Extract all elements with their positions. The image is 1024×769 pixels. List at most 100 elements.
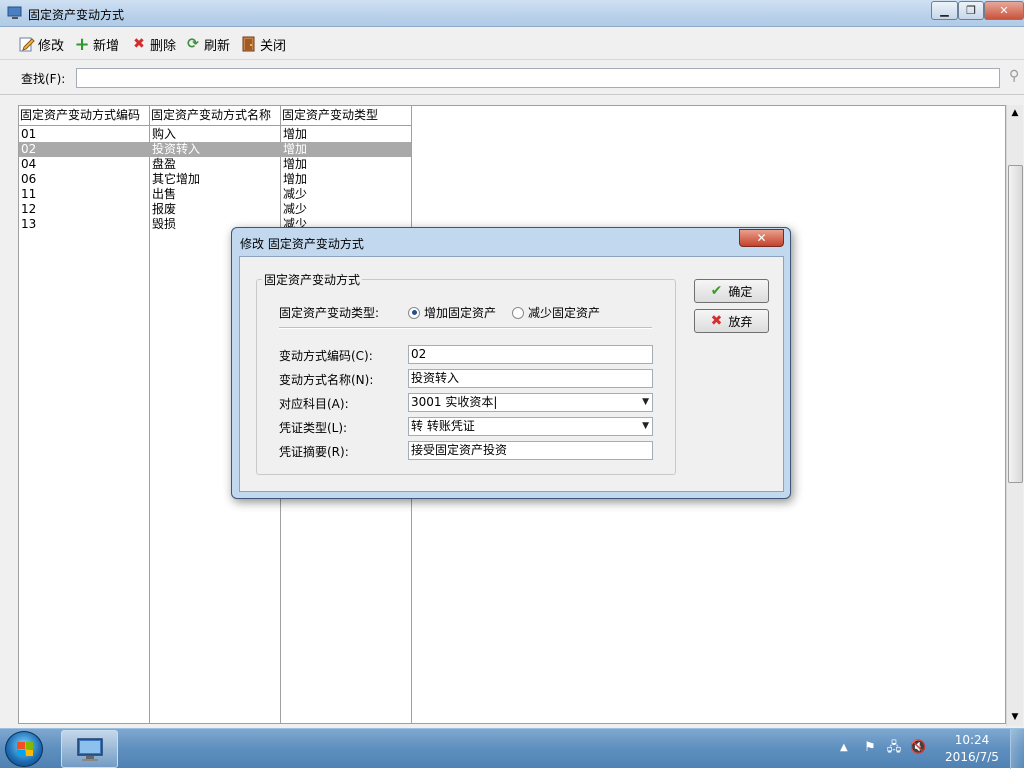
add-label: 新增 <box>93 38 120 54</box>
cell-type: 增加 <box>283 172 308 186</box>
maximize-button[interactable]: ❐ <box>958 1 984 20</box>
account-label: 对应科目(A): <box>279 397 349 411</box>
refresh-button[interactable]: ⟳ 刷新 <box>185 34 230 54</box>
search-label: 查找(F): <box>21 72 66 86</box>
name-label: 变动方式名称(N): <box>279 373 374 387</box>
start-button[interactable] <box>5 731 43 767</box>
refresh-icon: ⟳ <box>187 36 199 52</box>
monitor-icon <box>7 6 23 20</box>
cell-code: 02 <box>21 142 37 156</box>
separator <box>279 327 652 329</box>
cell-code: 04 <box>21 157 37 171</box>
cell-code: 06 <box>21 172 37 186</box>
clock-date[interactable]: 2016/7/5 <box>942 750 1002 764</box>
cell-name: 其它增加 <box>152 172 201 186</box>
cell-type: 减少 <box>283 202 308 216</box>
search-bar: 查找(F): ⚲ <box>0 61 1024 95</box>
dropdown-arrow-icon[interactable]: ▼ <box>642 418 649 435</box>
cell-code: 01 <box>21 127 37 141</box>
taskbar: ▲ ⚑ 🖧 🔇 10:24 2016/7/5 <box>0 728 1024 769</box>
minimize-button[interactable]: ▁ <box>931 1 958 20</box>
delete-label: 删除 <box>150 38 177 54</box>
add-button[interactable]: + 新增 <box>74 33 120 55</box>
table-row-selected[interactable]: 02 投资转入 增加 <box>19 142 411 157</box>
ok-label: 确定 <box>728 284 753 299</box>
cell-name: 盘盈 <box>152 157 177 171</box>
close-button[interactable]: 关闭 <box>241 34 286 54</box>
header-type[interactable]: 固定资产变动类型 <box>281 106 411 126</box>
radio-unselected-icon <box>512 306 524 319</box>
dropdown-arrow-icon[interactable]: ▼ <box>642 394 649 411</box>
volume-muted-icon[interactable]: 🔇 <box>910 741 926 755</box>
cell-name: 出售 <box>152 187 177 201</box>
cancel-label: 放弃 <box>728 314 753 329</box>
flag-alert-icon[interactable]: ⚑ <box>862 741 878 755</box>
ok-button[interactable]: ✔ 确定 <box>694 279 769 303</box>
table-row[interactable]: 04 盘盈 增加 <box>19 157 411 172</box>
radio-increase-label: 增加固定资产 <box>424 306 497 320</box>
cancel-x-icon: ✖ <box>710 313 723 329</box>
edit-button[interactable]: 修改 <box>19 34 64 54</box>
account-value: 3001 实收资本| <box>411 395 498 409</box>
plus-icon: + <box>74 33 90 55</box>
radio-selected-icon <box>408 306 420 319</box>
windows-logo-icon <box>17 742 33 756</box>
scroll-thumb[interactable] <box>1008 165 1023 483</box>
radio-decrease-label: 减少固定资产 <box>528 306 601 320</box>
toolbar: 修改 + 新增 ✖ 删除 ⟳ 刷新 关闭 <box>0 28 1024 60</box>
checkmark-icon: ✔ <box>710 283 723 299</box>
cell-code: 12 <box>21 202 37 216</box>
name-field[interactable]: 投资转入 <box>408 369 653 388</box>
change-method-groupbox: 固定资产变动方式 固定资产变动类型: 增加固定资产 减少固定资产 变动方式编码(… <box>256 271 676 475</box>
table-row[interactable]: 06 其它增加 增加 <box>19 172 411 187</box>
change-type-label: 固定资产变动类型: <box>279 306 380 320</box>
code-field[interactable]: 02 <box>408 345 653 364</box>
cell-type: 增加 <box>283 127 308 141</box>
edit-icon <box>19 36 35 52</box>
clock-time[interactable]: 10:24 <box>942 733 1002 747</box>
cell-code: 13 <box>21 217 37 231</box>
scroll-down-arrow-icon[interactable]: ▼ <box>1007 709 1023 726</box>
edit-dialog: 修改 固定资产变动方式 ✕ 固定资产变动方式 固定资产变动类型: 增加固定资产 … <box>231 227 791 499</box>
groupbox-title: 固定资产变动方式 <box>262 271 363 288</box>
voucher-type-value: 转 转账凭证 <box>411 419 475 433</box>
door-icon <box>241 36 257 52</box>
cell-type: 增加 <box>283 142 308 156</box>
tray-expand-icon[interactable]: ▲ <box>840 742 848 753</box>
account-select[interactable]: 3001 实收资本| ▼ <box>408 393 653 412</box>
cell-name: 投资转入 <box>152 142 201 156</box>
show-desktop-button[interactable] <box>1010 729 1024 769</box>
filter-icon[interactable]: ⚲ <box>1009 68 1019 84</box>
header-name[interactable]: 固定资产变动方式名称 <box>150 106 280 126</box>
voucher-type-select[interactable]: 转 转账凭证 ▼ <box>408 417 653 436</box>
cell-type: 减少 <box>283 187 308 201</box>
dialog-title: 修改 固定资产变动方式 <box>240 237 364 251</box>
dialog-close-button[interactable]: ✕ <box>739 229 784 247</box>
cell-name: 报废 <box>152 202 177 216</box>
cell-name: 购入 <box>152 127 177 141</box>
title-bar: 固定资产变动方式 ▁ ❐ ✕ <box>0 0 1024 27</box>
close-window-button[interactable]: ✕ <box>984 1 1024 20</box>
refresh-label: 刷新 <box>204 38 231 54</box>
monitor-icon <box>77 738 103 761</box>
voucher-type-label: 凭证类型(L): <box>279 421 348 435</box>
search-input[interactable] <box>76 68 1000 88</box>
table-row[interactable]: 12 报废 减少 <box>19 202 411 217</box>
cell-name: 毁损 <box>152 217 177 231</box>
summary-field[interactable]: 接受固定资产投资 <box>408 441 653 460</box>
vertical-scrollbar[interactable]: ▲ ▼ <box>1006 105 1023 726</box>
code-label: 变动方式编码(C): <box>279 349 373 363</box>
cancel-button[interactable]: ✖ 放弃 <box>694 309 769 333</box>
network-icon[interactable]: 🖧 <box>886 741 902 755</box>
delete-icon: ✖ <box>133 36 145 52</box>
radio-increase[interactable]: 增加固定资产 <box>408 304 496 321</box>
radio-decrease[interactable]: 减少固定资产 <box>512 304 600 321</box>
table-row[interactable]: 11 出售 减少 <box>19 187 411 202</box>
close-label: 关闭 <box>260 38 287 54</box>
taskbar-app-button[interactable] <box>61 730 118 768</box>
dialog-body: 固定资产变动方式 固定资产变动类型: 增加固定资产 减少固定资产 变动方式编码(… <box>239 256 784 492</box>
header-code[interactable]: 固定资产变动方式编码 <box>19 106 149 126</box>
table-row[interactable]: 01 购入 增加 <box>19 127 411 142</box>
scroll-up-arrow-icon[interactable]: ▲ <box>1007 105 1023 122</box>
delete-button[interactable]: ✖ 删除 <box>131 34 176 54</box>
